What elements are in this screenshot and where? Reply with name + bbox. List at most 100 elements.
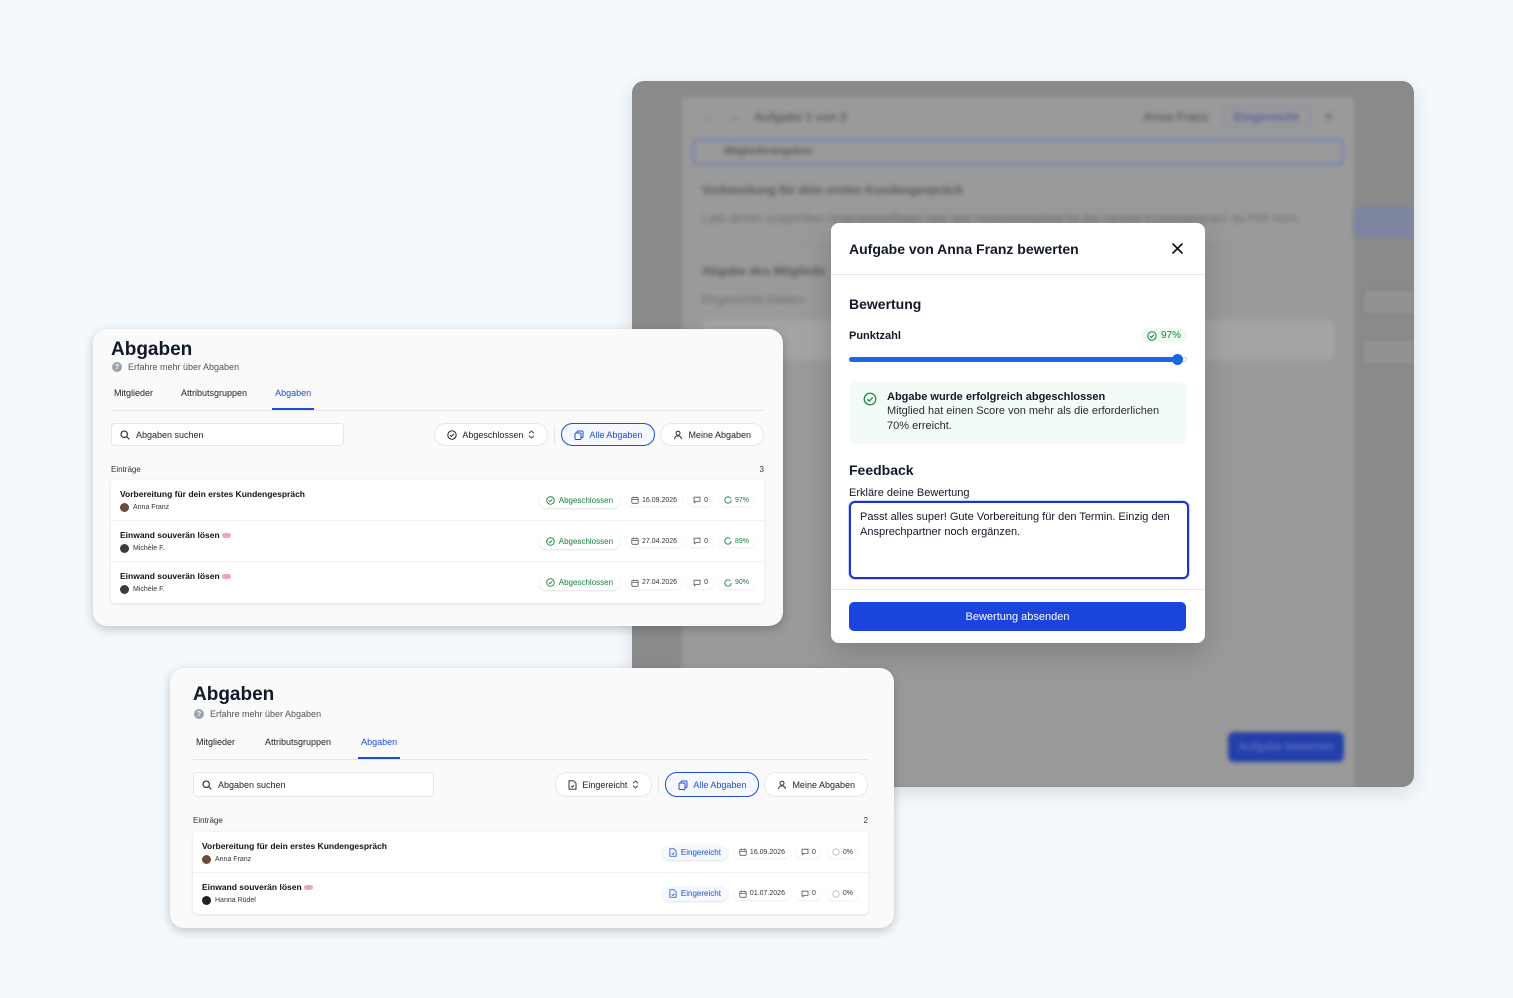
date-text: 27.04.2026 [642,579,678,586]
my-submissions-button[interactable]: Meine Abgaben [764,772,868,797]
table-row[interactable]: Einwand souverän lösen Michèle F. Abgesc… [111,562,764,603]
entries-count: 2 [863,816,868,825]
tab-submissions[interactable]: Abgaben [272,388,315,410]
row-title: Vorbereitung für dein erstes Kundengespr… [120,488,305,499]
page-title: Abgaben [111,339,193,360]
background-edge-tab [1362,339,1414,365]
check-circle-icon [546,578,555,587]
progress-ring-icon [832,889,840,898]
date-text: 01.07.2026 [749,890,785,897]
slider-fill [849,357,1177,362]
close-button[interactable] [1167,239,1187,259]
comment-count: 0 [688,535,713,547]
page-title: Abgaben [193,684,275,705]
status-badge: Abgeschlossen [538,575,621,590]
search-input[interactable]: Abgaben suchen [193,772,434,797]
progress-ring-icon [724,537,732,545]
table-row[interactable]: Einwand souverän lösen Michèle F. Abgesc… [111,521,764,562]
status-text: Eingereicht [680,889,721,898]
tab-members[interactable]: Mitglieder [111,388,156,410]
comment-icon [693,496,701,504]
background-edge-tab [1362,289,1414,315]
tab-submissions[interactable]: Abgaben [358,737,401,759]
tab-members[interactable]: Mitglieder [193,737,238,759]
score-text: 90% [734,579,749,586]
rating-dialog: Aufgabe von Anna Franz bewerten Bewertun… [831,223,1205,643]
row-user: Michèle F. [133,586,165,593]
score-text: 89% [734,537,749,545]
row-user: Hanna Rüdel [215,897,256,904]
forward-arrow-icon: → [728,110,740,124]
background-close-icon: ✕ [1323,110,1334,124]
check-circle-icon [447,429,458,440]
calendar-icon [631,537,639,545]
score-slider[interactable] [849,351,1187,367]
all-submissions-button[interactable]: Alle Abgaben [665,772,760,797]
comment-text: 0 [704,537,708,545]
tab-attribute-groups[interactable]: Attributsgruppen [178,388,250,410]
date-badge: 27.04.2026 [626,535,683,547]
learn-more-link[interactable]: ? Erfahre mehr über Abgaben [194,709,321,719]
row-title: Vorbereitung für dein erstes Kundengespr… [202,840,387,851]
status-text: Abgeschlossen [558,536,614,546]
status-filter-value: Abgeschlossen [462,429,524,440]
submissions-card-submitted: Abgaben ? Erfahre mehr über Abgaben Mitg… [170,668,894,928]
all-submissions-button[interactable]: Alle Abgaben [561,423,656,446]
all-submissions-label: Alle Abgaben [693,779,747,790]
help-icon: ? [194,709,204,719]
date-badge: 27.04.2026 [626,576,683,589]
table-row[interactable]: Einwand souverän lösen Hanna Rüdel Einge… [193,873,868,914]
avatar [120,502,129,512]
entries-label: Einträge [193,816,223,825]
avatar [120,585,129,594]
score-badge: 0% [826,846,858,858]
search-placeholder: Abgaben suchen [218,779,286,790]
search-placeholder: Abgaben suchen [136,429,204,440]
slider-thumb[interactable] [1171,354,1183,365]
submissions-list: Vorbereitung für dein erstes Kundengespr… [193,832,868,914]
calendar-icon [631,496,639,504]
my-submissions-label: Meine Abgaben [792,779,855,790]
status-filter-select[interactable]: Eingereicht [555,772,653,797]
date-badge: 16.09.2026 [626,494,683,506]
date-text: 16.09.2026 [749,848,785,856]
help-icon: ? [112,362,122,372]
calendar-icon [631,579,639,587]
search-input[interactable]: Abgaben suchen [111,423,344,446]
background-header: ← → Aufgabe 1 von 2 Anna Franz Eingereic… [682,97,1354,137]
avatar [202,896,211,905]
comment-icon [693,537,701,545]
background-submit-button: Aufgabe bewerten [1228,732,1344,762]
success-title: Abgabe wurde erfolgreich abgeschlossen [887,391,1106,403]
calendar-icon [739,890,747,898]
feedback-heading: Feedback [849,462,914,478]
row-title-text: Einwand souverän lösen [202,882,302,892]
score-text: 97% [734,496,749,504]
dialog-header: Aufgabe von Anna Franz bewerten [831,223,1205,275]
tab-attribute-groups[interactable]: Attributsgruppen [262,737,334,759]
chevron-updown-icon [633,780,639,789]
score-badge: 89% [718,535,754,547]
submissions-card-completed: Abgaben ? Erfahre mehr über Abgaben Mitg… [93,329,783,626]
user-icon [674,430,683,439]
tab-bar: Mitglieder Attributsgruppen Abgaben [193,737,868,760]
check-circle-icon [1147,330,1157,341]
feedback-textarea[interactable]: Passt alles super! Gute Vorbereitung für… [849,501,1189,579]
comment-count: 0 [688,494,713,506]
table-row[interactable]: Vorbereitung für dein erstes Kundengespr… [193,832,868,873]
status-filter-select[interactable]: Abgeschlossen [434,423,549,446]
table-row[interactable]: Vorbereitung für dein erstes Kundengespr… [111,480,764,521]
my-submissions-button[interactable]: Meine Abgaben [660,423,764,446]
my-submissions-label: Meine Abgaben [688,429,751,440]
row-user: Anna Franz [133,503,170,511]
filter-bar: Eingereicht Alle Abgaben Meine Abgaben [555,772,868,797]
background-section-title: Vorbereitung für dein erstes Kundengespr… [702,183,964,197]
back-arrow-icon: ← [702,110,714,124]
learn-more-link[interactable]: ? Erfahre mehr über Abgaben [112,362,239,372]
date-badge: 16.09.2026 [733,846,790,858]
comment-count: 0 [795,846,821,858]
progress-ring-icon [724,578,732,587]
date-text: 27.04.2026 [642,537,678,545]
date-badge: 01.07.2026 [733,887,790,900]
submit-rating-button[interactable]: Bewertung absenden [849,602,1186,631]
